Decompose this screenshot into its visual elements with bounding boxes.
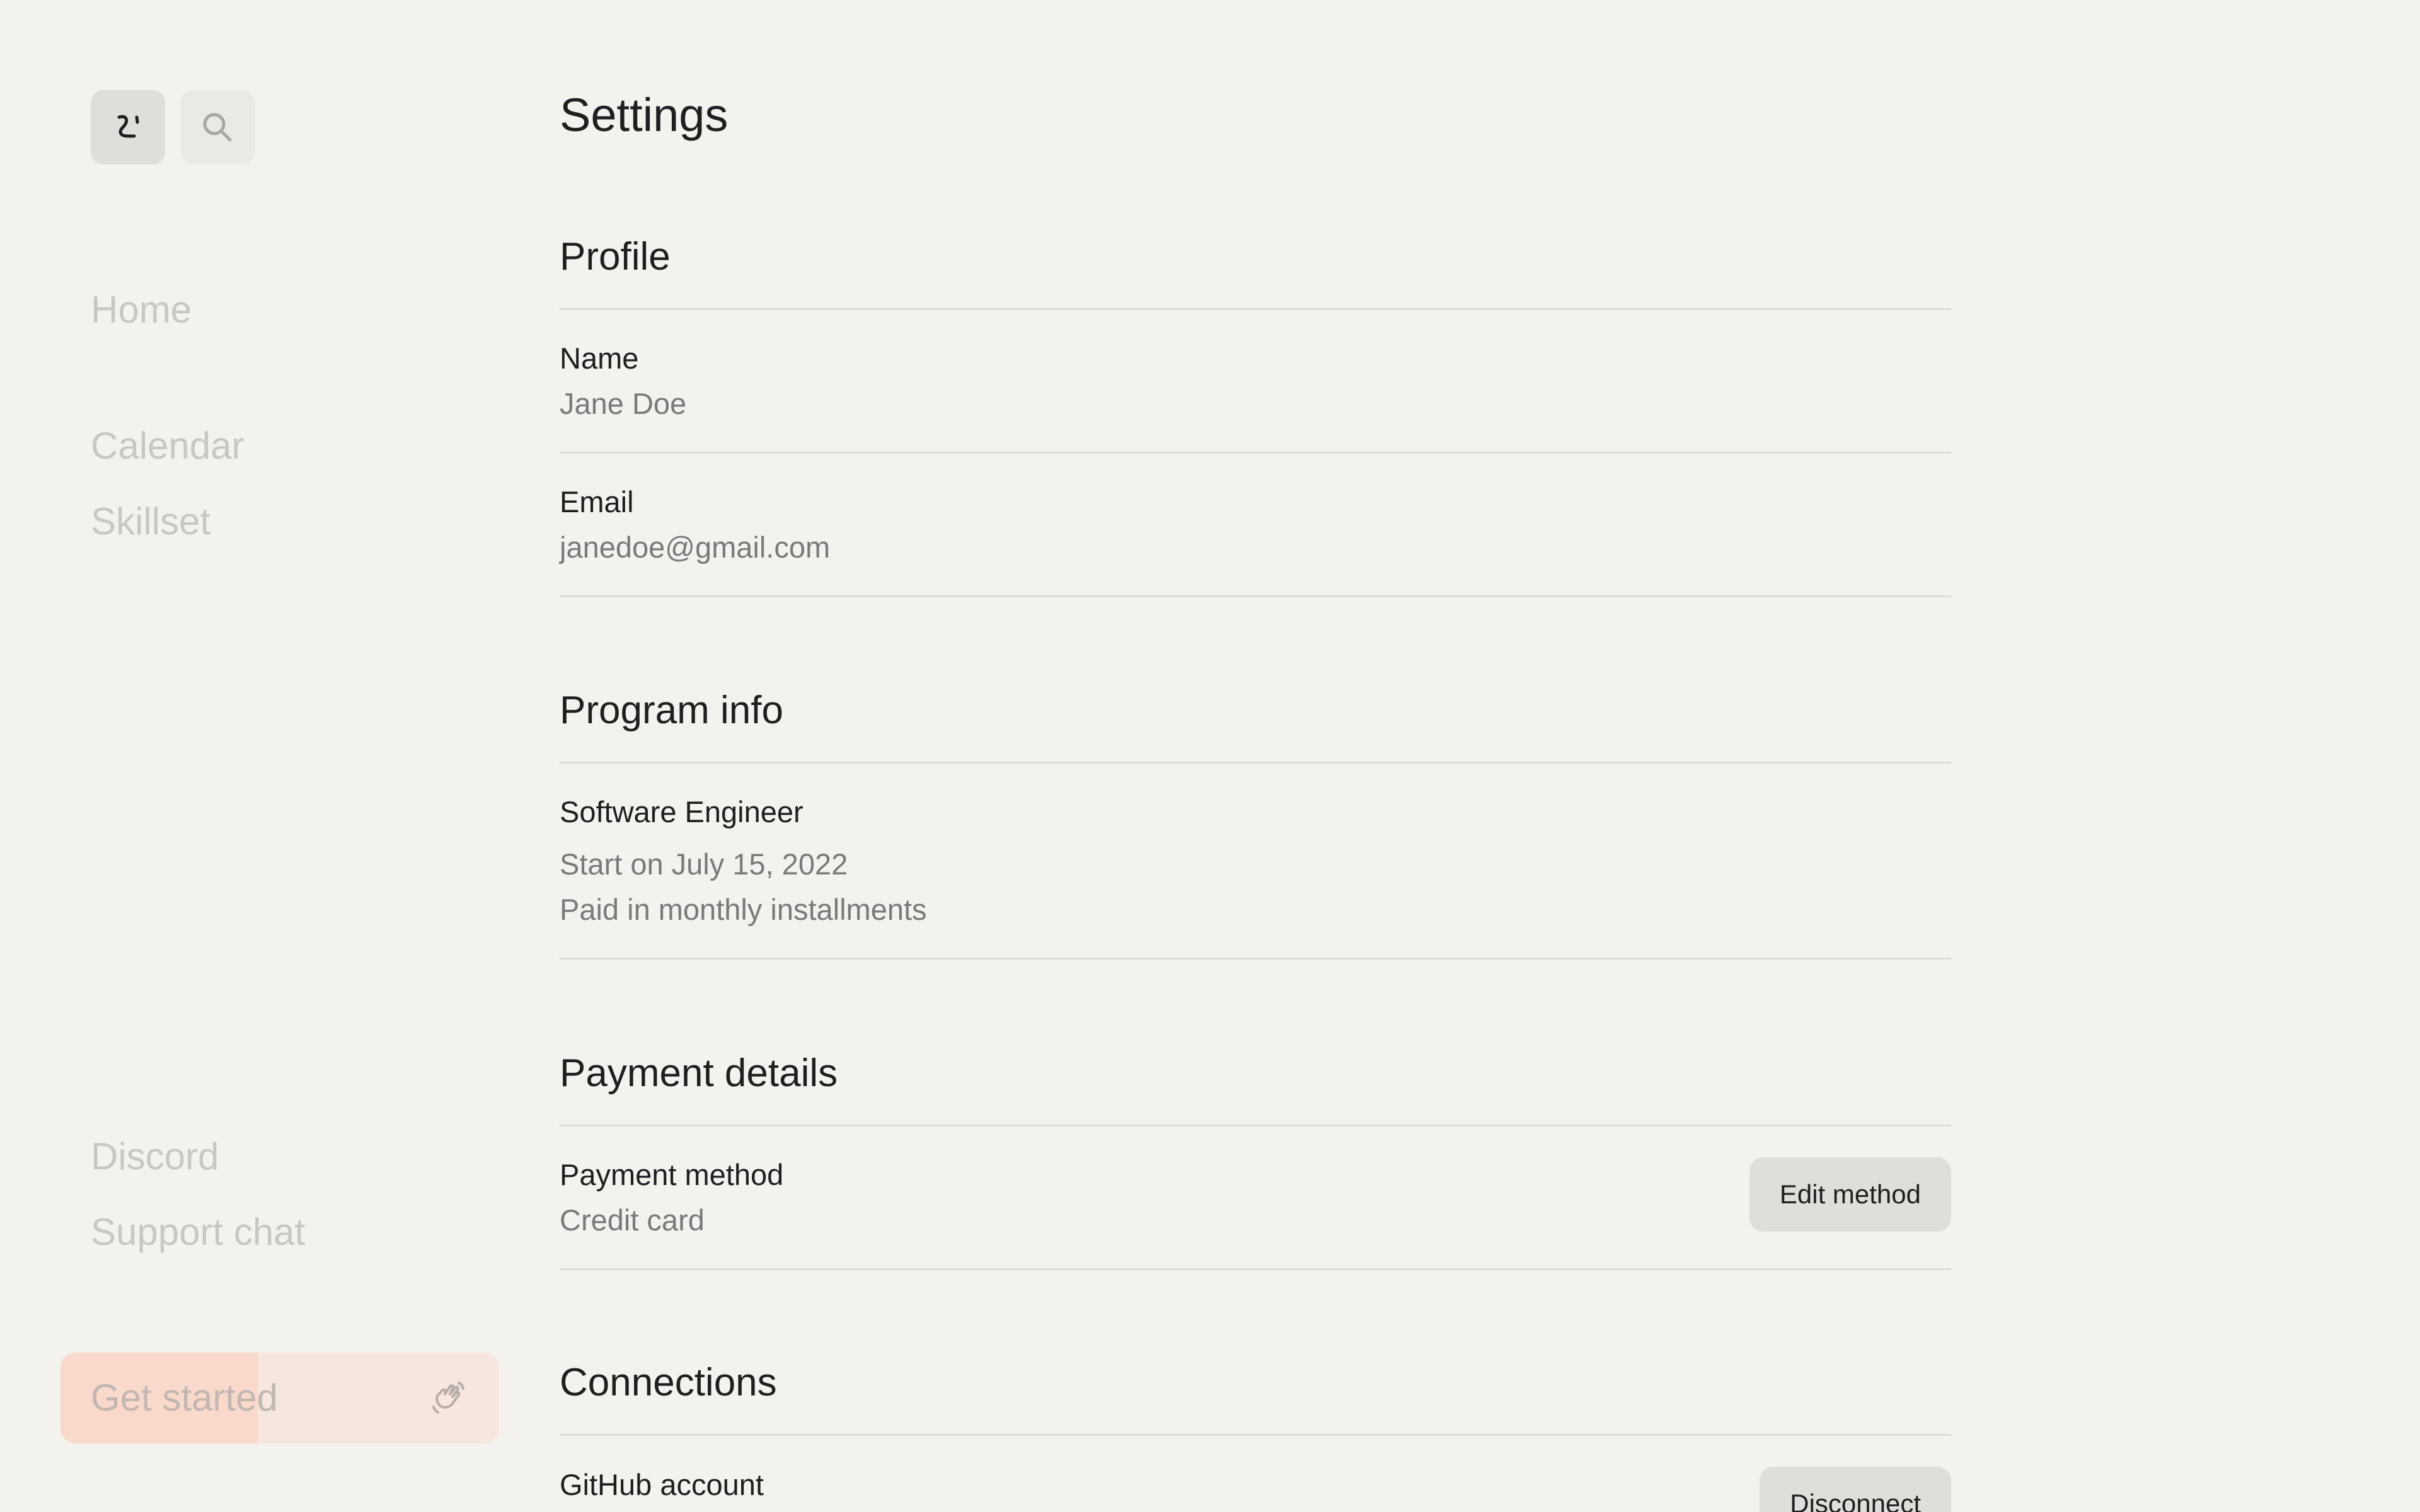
disconnect-button[interactable]: Disconnect (1760, 1467, 1951, 1512)
nav-item-calendar[interactable]: Calendar (91, 427, 245, 465)
nav-item-discord[interactable]: Discord (91, 1138, 219, 1176)
get-started-label: Get started (91, 1377, 278, 1419)
divider (560, 308, 1951, 310)
divider (560, 1125, 1951, 1126)
settings-main: Settings Profile Name Jane Doe Email jan… (560, 0, 1951, 1512)
sidebar-top-icons (91, 90, 255, 164)
email-label: Email (560, 485, 634, 518)
search-icon (203, 113, 232, 142)
payment-method-label: Payment method (560, 1158, 784, 1191)
program-role: Software Engineer (560, 795, 804, 828)
divider (560, 1268, 1951, 1270)
divider (560, 595, 1951, 597)
waving-hand-icon (432, 1382, 464, 1414)
face-logo-icon (117, 115, 139, 138)
logo-button[interactable] (91, 90, 165, 164)
payment-method-value: Credit card (560, 1203, 705, 1237)
divider (560, 958, 1951, 959)
section-title-connections: Connections (560, 1361, 777, 1404)
search-button[interactable] (180, 90, 255, 164)
edit-method-button[interactable]: Edit method (1749, 1157, 1951, 1232)
name-label: Name (560, 341, 639, 375)
page-title: Settings (560, 89, 729, 141)
divider (560, 452, 1951, 454)
section-title-program-info: Program info (560, 689, 783, 732)
sidebar: Home Calendar Skillset Discord Support c… (0, 0, 517, 1512)
program-start-date: Start on July 15, 2022 (560, 847, 848, 881)
program-payment-plan: Paid in monthly installments (560, 893, 927, 926)
nav-item-home[interactable]: Home (91, 291, 192, 329)
nav-item-support-chat[interactable]: Support chat (91, 1213, 305, 1251)
app: Home Calendar Skillset Discord Support c… (0, 0, 2420, 1512)
nav-item-skillset[interactable]: Skillset (91, 503, 210, 541)
divider (560, 762, 1951, 764)
github-account-label: GitHub account (560, 1468, 764, 1501)
get-started-button[interactable]: Get started (60, 1353, 499, 1443)
name-value: Jane Doe (560, 387, 687, 420)
email-value: janedoe@gmail.com (560, 530, 831, 564)
section-title-profile: Profile (560, 235, 671, 278)
section-title-payment-details: Payment details (560, 1051, 838, 1095)
divider (560, 1434, 1951, 1436)
